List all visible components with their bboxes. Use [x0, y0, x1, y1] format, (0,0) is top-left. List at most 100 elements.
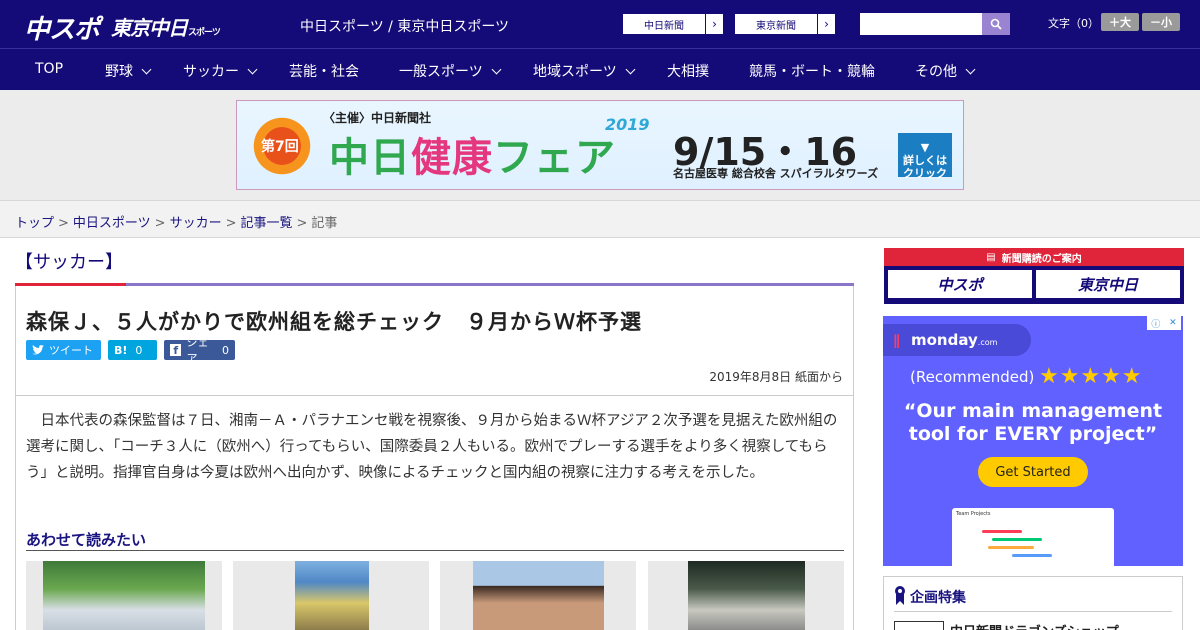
monday-brand-suffix: .com: [977, 338, 998, 347]
chuspo-logo[interactable]: 中スポ: [24, 9, 100, 46]
hatena-bookmark-button[interactable]: B! 0: [108, 340, 157, 360]
chunichi-shimbun-link[interactable]: 中日新聞 ›: [622, 13, 724, 35]
related-thumb-image: [473, 561, 604, 630]
breadcrumb-article-list[interactable]: 記事一覧: [241, 216, 293, 231]
banner-area: 第7回 〈主催〉中日新聞社 中日健康フェア 2019 9/15・16 名古屋医専…: [0, 90, 1200, 200]
breadcrumb-top[interactable]: トップ: [15, 216, 54, 231]
chevron-down-icon: [625, 64, 636, 74]
mockup-title: Team Projects: [956, 511, 991, 517]
banner-cta: ▼ 詳しくはクリック: [898, 133, 952, 180]
nav-item-baseball[interactable]: 野球: [105, 61, 152, 81]
nav-label: 芸能・社会: [289, 64, 359, 80]
monday-brand: ∥ monday.com: [883, 324, 1031, 356]
banner-badge: 第7回: [261, 139, 299, 155]
nav-item-racing[interactable]: 競馬・ボート・競輪: [749, 61, 875, 81]
main-content: 【サッカー】 森保Ｊ、５人がかりで欧州組を総チェック ９月からＷ杯予選 ツイート…: [0, 238, 1200, 630]
ad-recommended: (Recommended): [910, 368, 1035, 386]
subscribe-title-text: 新聞購読のご案内: [1001, 253, 1082, 265]
nav-label: サッカー: [183, 64, 239, 80]
banner-sponsor: 〈主催〉中日新聞社: [323, 111, 432, 125]
related-thumb-1[interactable]: [26, 561, 222, 630]
chevron-down-icon: [491, 64, 502, 74]
health-fair-banner[interactable]: 第7回 〈主催〉中日新聞社 中日健康フェア 2019 9/15・16 名古屋医専…: [236, 100, 964, 190]
subscribe-banner[interactable]: ▤ 新聞購読のご案内 中スポ 東京中日: [884, 248, 1184, 304]
nav-item-sumo[interactable]: 大相撲: [667, 61, 709, 81]
flower-badge-icon: 第7回: [249, 113, 315, 179]
tweet-button[interactable]: ツイート: [26, 340, 101, 360]
tokyo-chunichi-logo[interactable]: 東京中日スポーツ: [111, 12, 221, 41]
nav-label: 一般スポーツ: [399, 64, 483, 80]
banner-venue: 名古屋医専 総合校舎 スパイラルタワーズ: [673, 167, 879, 180]
related-thumb-2[interactable]: [233, 561, 429, 630]
font-decrease-button[interactable]: －小: [1142, 13, 1180, 31]
banner-year: 2019: [605, 115, 650, 134]
related-articles-title: あわせて読みたい: [26, 531, 147, 549]
chevron-right-icon: ›: [817, 14, 835, 34]
feature-divider: [894, 611, 1172, 612]
font-increase-button[interactable]: ＋大: [1101, 13, 1139, 31]
monday-brand-text: monday: [911, 331, 978, 349]
chevron-down-icon: [965, 64, 976, 74]
chevron-right-icon: ›: [705, 14, 723, 34]
subscribe-tokyo-logo: 東京中日: [1036, 270, 1180, 298]
nav-item-entertainment[interactable]: 芸能・社会: [289, 61, 359, 81]
subscribe-chuspo-logo: 中スポ: [888, 270, 1032, 298]
nav-item-top[interactable]: TOP: [35, 61, 63, 77]
breadcrumb-chunichi-sports[interactable]: 中日スポーツ: [73, 216, 151, 231]
top-header: 中スポ 東京中日スポーツ 中日スポーツ / 東京中日スポーツ 中日新聞 › 東京…: [0, 0, 1200, 48]
paper-link-label: 東京新聞: [756, 20, 796, 32]
nav-item-other[interactable]: その他: [915, 61, 976, 81]
twitter-icon: [32, 345, 44, 355]
banner-title: 中日健康フェア: [329, 125, 616, 183]
ad-product-mockup: Team Projects: [952, 508, 1114, 566]
subscribe-title: ▤ 新聞購読のご案内: [884, 248, 1184, 266]
article-divider: [16, 395, 853, 396]
dragons-shop-link[interactable]: 中日新聞ドラゴンズショップ: [950, 621, 1119, 630]
newspaper-icon: ▤: [986, 251, 996, 263]
search-button[interactable]: [982, 13, 1010, 35]
search-input[interactable]: [860, 13, 982, 35]
nav-item-soccer[interactable]: サッカー: [183, 61, 258, 81]
site-title-link[interactable]: 中日スポーツ / 東京中日スポーツ: [300, 16, 509, 36]
paper-link-label: 中日新聞: [644, 20, 684, 32]
star-rating-icon: ★★★★★: [1039, 364, 1143, 389]
ad-get-started-button[interactable]: Get Started: [978, 457, 1088, 487]
banner-title-a: 中日: [329, 135, 411, 181]
related-divider: [26, 550, 844, 551]
related-thumb-image: [43, 561, 205, 630]
related-thumb-3[interactable]: [440, 561, 636, 630]
breadcrumb-current: 記事: [311, 216, 338, 231]
article: 森保Ｊ、５人がかりで欧州組を総チェック ９月からＷ杯予選 ツイート B! 0 fシ…: [15, 286, 854, 630]
feature-title: 企画特集: [910, 590, 966, 606]
related-thumb-image: [688, 561, 805, 630]
related-thumb-image: [295, 561, 369, 630]
hatena-count: 0: [135, 343, 143, 357]
breadcrumb-soccer[interactable]: サッカー: [170, 216, 222, 231]
publish-date: 2019年8月8日 紙面から: [709, 370, 843, 384]
ad-quote: “Our main management tool for EVERY proj…: [903, 400, 1163, 445]
category-label: 【サッカー】: [15, 252, 123, 273]
dragons-shop-thumb[interactable]: [894, 621, 944, 630]
related-thumb-4[interactable]: [648, 561, 844, 630]
nav-label: TOP: [35, 61, 64, 77]
article-headline: 森保Ｊ、５人がかりで欧州組を総チェック ９月からＷ杯予選: [26, 310, 642, 334]
facebook-share-button[interactable]: f シェア 0: [164, 336, 235, 365]
nav-label: 大相撲: [667, 64, 709, 80]
facebook-icon: f: [170, 344, 182, 357]
monday-ad[interactable]: ∥ monday.com ⓘ ✕ (Recommended) ★★★★★ “Our …: [883, 316, 1183, 566]
adchoices-icon[interactable]: ⓘ ✕: [1147, 316, 1181, 330]
search-icon: [990, 18, 1002, 30]
ribbon-icon: [895, 586, 905, 605]
feature-section: 企画特集 中日新聞ドラゴンズショップ: [883, 576, 1183, 630]
font-size-label: 文字（0）: [1048, 17, 1099, 30]
nav-label: その他: [915, 64, 957, 80]
nav-label: 野球: [105, 64, 133, 80]
facebook-label: シェア: [186, 336, 209, 365]
nav-label: 競馬・ボート・競輪: [749, 64, 875, 80]
tokyo-shimbun-link[interactable]: 東京新聞 ›: [734, 13, 836, 35]
nav-item-local-sports[interactable]: 地域スポーツ: [533, 61, 636, 81]
nav-item-general-sports[interactable]: 一般スポーツ: [399, 61, 502, 81]
hatena-label: B!: [114, 343, 128, 357]
nav-label: 地域スポーツ: [533, 64, 617, 80]
tokyo-logo-small: スポーツ: [188, 28, 221, 38]
